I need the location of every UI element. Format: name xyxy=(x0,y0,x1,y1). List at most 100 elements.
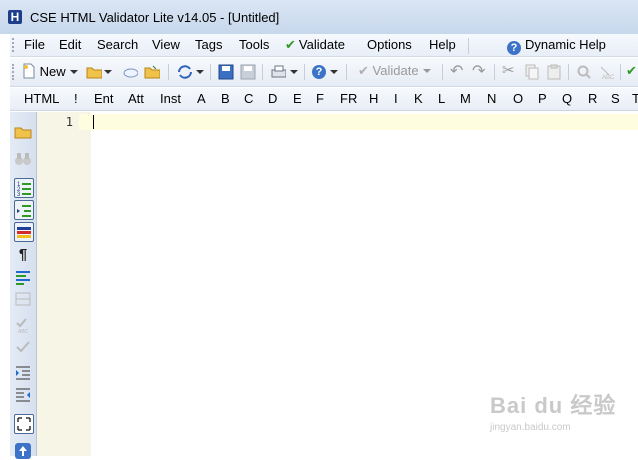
tag-insert[interactable]: Inst xyxy=(160,91,181,106)
paste-icon[interactable] xyxy=(546,64,562,80)
new-document-icon xyxy=(23,63,35,79)
chevron-down-icon xyxy=(422,69,431,73)
menu-file[interactable]: File xyxy=(24,37,45,52)
tag-fr[interactable]: FR xyxy=(340,91,357,106)
tag-t[interactable]: T xyxy=(632,91,638,106)
tag-r[interactable]: R xyxy=(588,91,597,106)
tag-k[interactable]: K xyxy=(414,91,423,106)
align-left-icon[interactable] xyxy=(14,268,32,286)
print-icon[interactable] xyxy=(270,64,286,80)
line-number: 1 xyxy=(65,115,73,129)
tag-c[interactable]: C xyxy=(244,91,253,106)
tag-bar: HTML ! Ent Att Inst A B C D E F FR H I K… xyxy=(10,88,638,111)
checkmark-icon: ✔ xyxy=(358,63,369,78)
current-line-highlight xyxy=(79,114,638,130)
toolbar-separator xyxy=(346,64,347,80)
new-button[interactable]: New xyxy=(22,63,78,81)
menu-search[interactable]: Search xyxy=(97,37,138,52)
menu-view[interactable]: View xyxy=(152,37,180,52)
menu-tools[interactable]: Tools xyxy=(239,37,269,52)
menu-bar: File Edit Search View Tags Tools ✔ Valida… xyxy=(10,34,638,57)
menu-tags[interactable]: Tags xyxy=(195,37,222,52)
menu-validate[interactable]: ✔ Validate xyxy=(285,37,345,53)
find-icon[interactable] xyxy=(576,64,592,80)
grip-handle[interactable] xyxy=(12,38,17,52)
indent-list-icon[interactable] xyxy=(14,200,34,220)
open-folder-icon[interactable] xyxy=(86,64,102,80)
tag-o[interactable]: O xyxy=(513,91,523,106)
svg-text:3: 3 xyxy=(17,192,21,197)
svg-text:ABC: ABC xyxy=(602,75,614,80)
menu-edit[interactable]: Edit xyxy=(59,37,81,52)
side-toolbar: 123 ¶ ABC xyxy=(10,112,37,459)
menu-validate-label: Validate xyxy=(298,37,345,52)
table-icon[interactable] xyxy=(14,290,32,308)
chevron-down-icon[interactable] xyxy=(104,70,112,74)
help-icon[interactable]: ? xyxy=(312,65,326,79)
open-folder-icon[interactable] xyxy=(14,122,32,140)
find-binoculars-icon[interactable] xyxy=(14,150,32,168)
tag-l[interactable]: L xyxy=(438,91,445,106)
spell-check-icon[interactable]: ABC xyxy=(598,64,614,80)
numbered-list-icon[interactable]: 123 xyxy=(14,178,34,198)
toolbar-separator xyxy=(168,64,169,80)
chevron-down-icon[interactable] xyxy=(196,70,204,74)
outdent-icon[interactable] xyxy=(14,386,32,404)
checkmark-icon: ✔ xyxy=(285,37,296,52)
tag-entity[interactable]: Ent xyxy=(94,91,114,106)
menu-help[interactable]: Help xyxy=(429,37,456,52)
tag-e[interactable]: E xyxy=(293,91,302,106)
tag-f[interactable]: F xyxy=(316,91,324,106)
menu-options[interactable]: Options xyxy=(367,37,412,52)
title-bar: H CSE HTML Validator Lite v14.05 - [Unti… xyxy=(0,0,638,34)
tag-i[interactable]: I xyxy=(394,91,398,106)
menu-dynamic-help[interactable]: ? Dynamic Help xyxy=(507,37,606,55)
toolbar-separator xyxy=(262,64,263,80)
redo-icon[interactable]: ↷ xyxy=(472,61,485,80)
chevron-down-icon[interactable] xyxy=(330,70,338,74)
tag-attribute[interactable]: Att xyxy=(128,91,144,106)
tag-d[interactable]: D xyxy=(268,91,277,106)
toolbar-separator xyxy=(568,64,569,80)
tag-m[interactable]: M xyxy=(460,91,471,106)
validate-button[interactable]: ✔ Validate xyxy=(358,63,431,81)
color-bars-icon[interactable] xyxy=(14,222,34,242)
app-logo-icon: H xyxy=(8,10,22,24)
save-all-icon[interactable] xyxy=(240,64,256,80)
tag-b[interactable]: B xyxy=(221,91,230,106)
tag-q[interactable]: Q xyxy=(562,91,572,106)
grip-handle[interactable] xyxy=(12,64,17,80)
toolbar-separator xyxy=(620,64,621,80)
toolbar-separator xyxy=(494,64,495,80)
tag-a[interactable]: A xyxy=(197,91,206,106)
tag-comment[interactable]: ! xyxy=(74,91,78,106)
main-toolbar: New ? ✔ Validate ↶ ↷ ✂ ABC ✔ xyxy=(10,58,638,87)
validate-run-icon[interactable]: ✔ xyxy=(626,63,637,81)
new-button-label: New xyxy=(39,64,66,79)
text-cursor xyxy=(93,115,94,129)
cloud-open-icon[interactable] xyxy=(122,64,138,80)
indent-icon[interactable] xyxy=(14,364,32,382)
watermark-brand: Bai du 经验 xyxy=(490,393,617,418)
arrow-up-icon[interactable] xyxy=(14,442,32,460)
menu-dynamic-help-label: Dynamic Help xyxy=(525,37,606,52)
refresh-icon[interactable] xyxy=(176,64,192,80)
tag-html[interactable]: HTML xyxy=(24,91,59,106)
chevron-down-icon[interactable] xyxy=(290,70,298,74)
toolbar-separator xyxy=(442,64,443,80)
tag-s[interactable]: S xyxy=(611,91,620,106)
watermark-url: jingyan.baidu.com xyxy=(490,422,571,433)
paragraph-icon[interactable]: ¶ xyxy=(14,246,32,264)
tag-n[interactable]: N xyxy=(487,91,496,106)
save-icon[interactable] xyxy=(218,64,234,80)
copy-icon[interactable] xyxy=(524,64,540,80)
checkmark-icon[interactable] xyxy=(14,338,32,356)
watermark: Bai du 经验 jingyan.baidu.com xyxy=(490,388,616,433)
fullscreen-icon[interactable] xyxy=(14,414,34,434)
spell-check-icon[interactable]: ABC xyxy=(14,316,32,334)
tag-h[interactable]: H xyxy=(369,91,378,106)
tag-p[interactable]: P xyxy=(538,91,547,106)
undo-icon[interactable]: ↶ xyxy=(450,61,463,80)
cut-icon[interactable]: ✂ xyxy=(502,61,515,79)
open-recent-icon[interactable] xyxy=(144,64,160,80)
